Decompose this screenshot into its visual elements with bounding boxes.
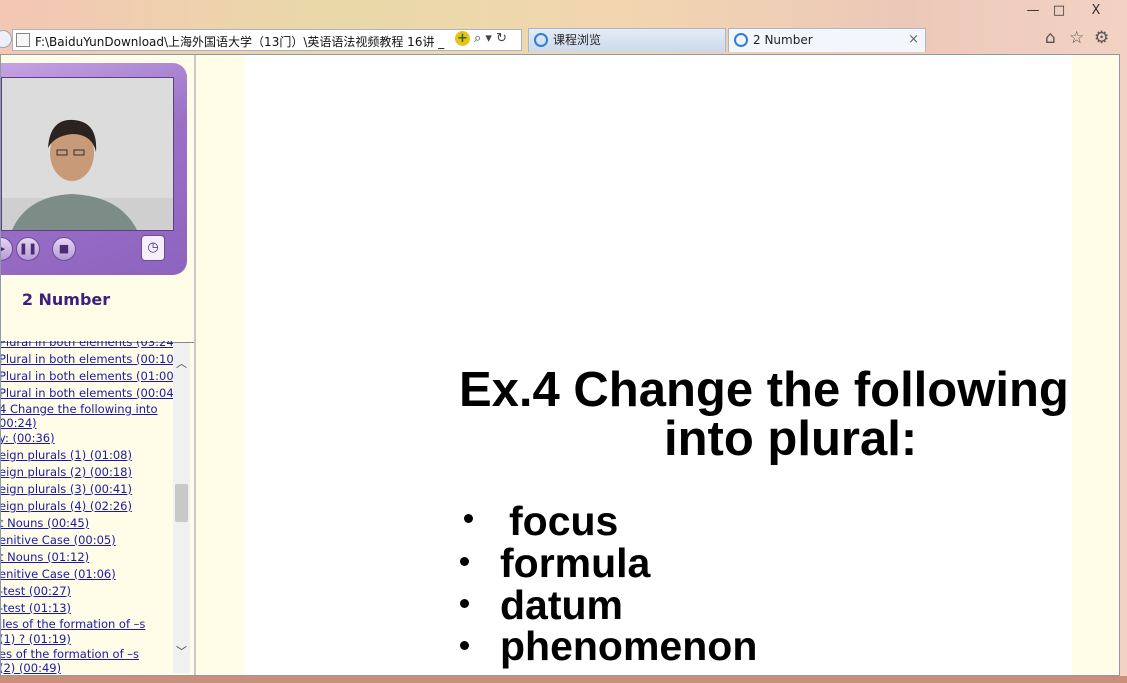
maximize-button[interactable]: □ bbox=[1046, 2, 1072, 20]
video-frame[interactable] bbox=[1, 77, 174, 231]
list-item[interactable]: (1) ? (01:19) bbox=[1, 631, 173, 647]
presenter-video bbox=[2, 78, 173, 230]
lesson-title: 2 Number bbox=[21, 290, 111, 309]
list-item[interactable]: enitive Case (01:06) bbox=[1, 566, 173, 583]
scroll-up-icon[interactable]: ︿ bbox=[173, 355, 190, 371]
search-dropdown-icon[interactable]: ⌕ ▾ bbox=[474, 31, 492, 46]
pause-button[interactable]: ❚❚ bbox=[16, 237, 40, 261]
bullet-dot bbox=[460, 599, 469, 608]
scroll-down-icon[interactable]: ﹀ bbox=[173, 643, 190, 659]
video-player: ▶ ❚❚ ■ ◷ bbox=[1, 63, 187, 275]
page-content: ▶ ❚❚ ■ ◷ 2 Number Plural in both element… bbox=[0, 54, 1120, 676]
list-item[interactable]: es of the formation of –s bbox=[1, 647, 173, 661]
close-window-button[interactable]: X bbox=[1083, 2, 1109, 20]
bullet-item: phenomenon bbox=[500, 623, 758, 669]
list-item[interactable]: t Nouns (00:45) bbox=[1, 515, 173, 532]
stop-button[interactable]: ■ bbox=[52, 237, 76, 261]
list-item[interactable]: Plural in both elements (03:24) bbox=[1, 341, 173, 351]
address-buttons: + ⌕ ▾ ↻ bbox=[455, 31, 507, 46]
page-icon bbox=[16, 33, 30, 47]
list-item[interactable]: y: (00:36) bbox=[1, 430, 173, 447]
list-item[interactable]: Plural in both elements (00:04) bbox=[1, 385, 173, 402]
playlist-scrollbar[interactable]: ︿ ﹀ bbox=[173, 343, 190, 673]
play-button[interactable]: ▶ bbox=[1, 237, 13, 261]
tab-course-browse[interactable]: 课程浏览 bbox=[528, 28, 726, 52]
bullet-dot bbox=[460, 557, 469, 566]
list-item[interactable]: eign plurals (4) (02:26) bbox=[1, 498, 173, 515]
list-item[interactable]: enitive Case (00:05) bbox=[1, 532, 173, 549]
list-item[interactable]: eign plurals (3) (00:41) bbox=[1, 481, 173, 498]
forward-button[interactable] bbox=[0, 30, 12, 48]
add-icon[interactable]: + bbox=[455, 31, 470, 46]
slide: Ex.4 Change the following into plural: f… bbox=[244, 55, 1072, 675]
title-bar: — □ X bbox=[0, 0, 1127, 26]
list-item[interactable]: -test (00:27) bbox=[1, 583, 173, 600]
list-item[interactable]: iles of the formation of –s bbox=[1, 617, 173, 631]
close-tab-icon[interactable]: × bbox=[908, 29, 919, 51]
chapter-list: Plural in both elements (03:24) Plural i… bbox=[1, 341, 173, 675]
course-sidebar: ▶ ❚❚ ■ ◷ 2 Number Plural in both element… bbox=[1, 55, 196, 675]
ie-icon bbox=[734, 33, 748, 47]
bullet-item: focus bbox=[509, 498, 619, 544]
slide-title: Ex.4 Change the following bbox=[459, 363, 1069, 417]
bottom-edge bbox=[0, 676, 1127, 683]
list-item[interactable]: Plural in both elements (01:00) bbox=[1, 368, 173, 385]
refresh-icon[interactable]: ↻ bbox=[496, 31, 507, 46]
list-item[interactable]: eign plurals (2) (00:18) bbox=[1, 464, 173, 481]
bullet-dot bbox=[464, 514, 473, 523]
settings-icon[interactable]: ⚙ bbox=[1094, 28, 1109, 48]
bullet-item: formula bbox=[500, 540, 651, 586]
tab-label: 2 Number bbox=[753, 33, 813, 47]
address-bar[interactable]: F:\BaiduYunDownload\上海外国语大学（13门）\英语语法视频教… bbox=[12, 29, 522, 51]
favorites-icon[interactable]: ☆ bbox=[1069, 28, 1084, 48]
tab-label: 课程浏览 bbox=[553, 33, 602, 47]
list-item[interactable]: t Nouns (01:12) bbox=[1, 549, 173, 566]
list-item[interactable]: 00:24) bbox=[1, 416, 173, 430]
home-icon[interactable]: ⌂ bbox=[1045, 28, 1056, 48]
minimize-button[interactable]: — bbox=[1020, 2, 1046, 20]
list-item[interactable]: eign plurals (1) (01:08) bbox=[1, 447, 173, 464]
bullet-item: datum bbox=[500, 582, 623, 628]
bullet-dot bbox=[460, 641, 469, 650]
list-item[interactable]: 4 Change the following into bbox=[1, 402, 173, 416]
browser-toolbar: F:\BaiduYunDownload\上海外国语大学（13门）\英语语法视频教… bbox=[0, 26, 1127, 54]
scroll-thumb[interactable] bbox=[175, 484, 188, 522]
list-item[interactable]: -test (01:13) bbox=[1, 600, 173, 617]
list-item[interactable]: (2) (00:49) bbox=[1, 661, 173, 675]
list-item[interactable]: Plural in both elements (00:10) bbox=[1, 351, 173, 368]
slide-title-line2: into plural: bbox=[664, 412, 918, 466]
ie-icon bbox=[534, 33, 548, 47]
clock-icon[interactable]: ◷ bbox=[141, 235, 165, 261]
tab-2-number[interactable]: 2 Number × bbox=[728, 28, 926, 52]
address-text[interactable]: F:\BaiduYunDownload\上海外国语大学（13门）\英语语法视频教… bbox=[35, 33, 455, 50]
